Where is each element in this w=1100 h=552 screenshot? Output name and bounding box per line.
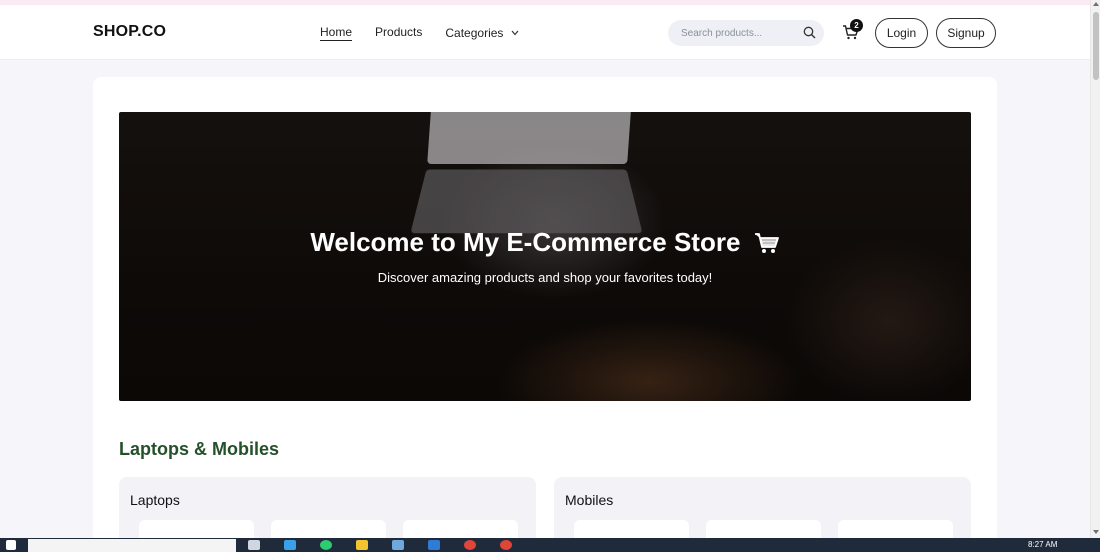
navbar: SHOP.CO Home Products Categories 2 Login…: [0, 5, 1090, 60]
taskbar-app-icon[interactable]: [284, 540, 296, 550]
nav-link-categories[interactable]: Categories: [445, 25, 519, 40]
hero-title: Welcome to My E-Commerce Store: [119, 227, 971, 261]
scroll-down-arrow-icon[interactable]: [1093, 530, 1099, 534]
laptops-panel: Laptops: [119, 477, 536, 550]
search-input[interactable]: [681, 20, 799, 46]
login-button[interactable]: Login: [875, 18, 928, 48]
brand-logo[interactable]: SHOP.CO: [93, 23, 166, 41]
main-nav: Home Products Categories: [320, 25, 519, 40]
scroll-up-arrow-icon[interactable]: [1093, 2, 1099, 6]
vscode-icon[interactable]: [428, 540, 440, 550]
hero-banner: Welcome to My E-Commerce Store Discover …: [119, 112, 971, 401]
windows-start-icon[interactable]: [6, 540, 16, 550]
main-content-card: Welcome to My E-Commerce Store Discover …: [93, 77, 997, 550]
nav-link-categories-label: Categories: [445, 26, 504, 40]
chrome-browser-icon[interactable]: [464, 540, 476, 550]
task-view-icon[interactable]: [248, 540, 260, 550]
cart-emoji-icon: [754, 230, 780, 261]
signup-button[interactable]: Signup: [936, 18, 996, 48]
nav-link-home[interactable]: Home: [320, 25, 352, 40]
search-icon[interactable]: [803, 26, 816, 44]
taskbar-app-icon[interactable]: [392, 540, 404, 550]
cart-count-badge: 2: [850, 19, 863, 32]
chevron-down-icon: [511, 25, 519, 39]
edge-browser-icon[interactable]: [320, 540, 332, 550]
os-taskbar: 8:27 AM: [0, 538, 1100, 552]
scroll-thumb[interactable]: [1093, 12, 1099, 80]
laptops-panel-title: Laptops: [130, 492, 180, 508]
taskbar-clock: 8:27 AM: [1028, 540, 1058, 549]
taskbar-search-box[interactable]: [28, 539, 236, 552]
file-explorer-icon[interactable]: [356, 540, 368, 550]
nav-link-products[interactable]: Products: [375, 25, 422, 40]
page-scrollbar[interactable]: [1090, 0, 1100, 538]
chrome-browser-icon[interactable]: [500, 540, 512, 550]
search-box: [668, 20, 824, 46]
mobiles-panel: Mobiles: [554, 477, 971, 550]
mobiles-panel-title: Mobiles: [565, 492, 614, 508]
hero-subtitle: Discover amazing products and shop your …: [377, 270, 713, 285]
section-title: Laptops & Mobiles: [119, 439, 280, 459]
hero-title-text: Welcome to My E-Commerce Store: [310, 227, 741, 257]
